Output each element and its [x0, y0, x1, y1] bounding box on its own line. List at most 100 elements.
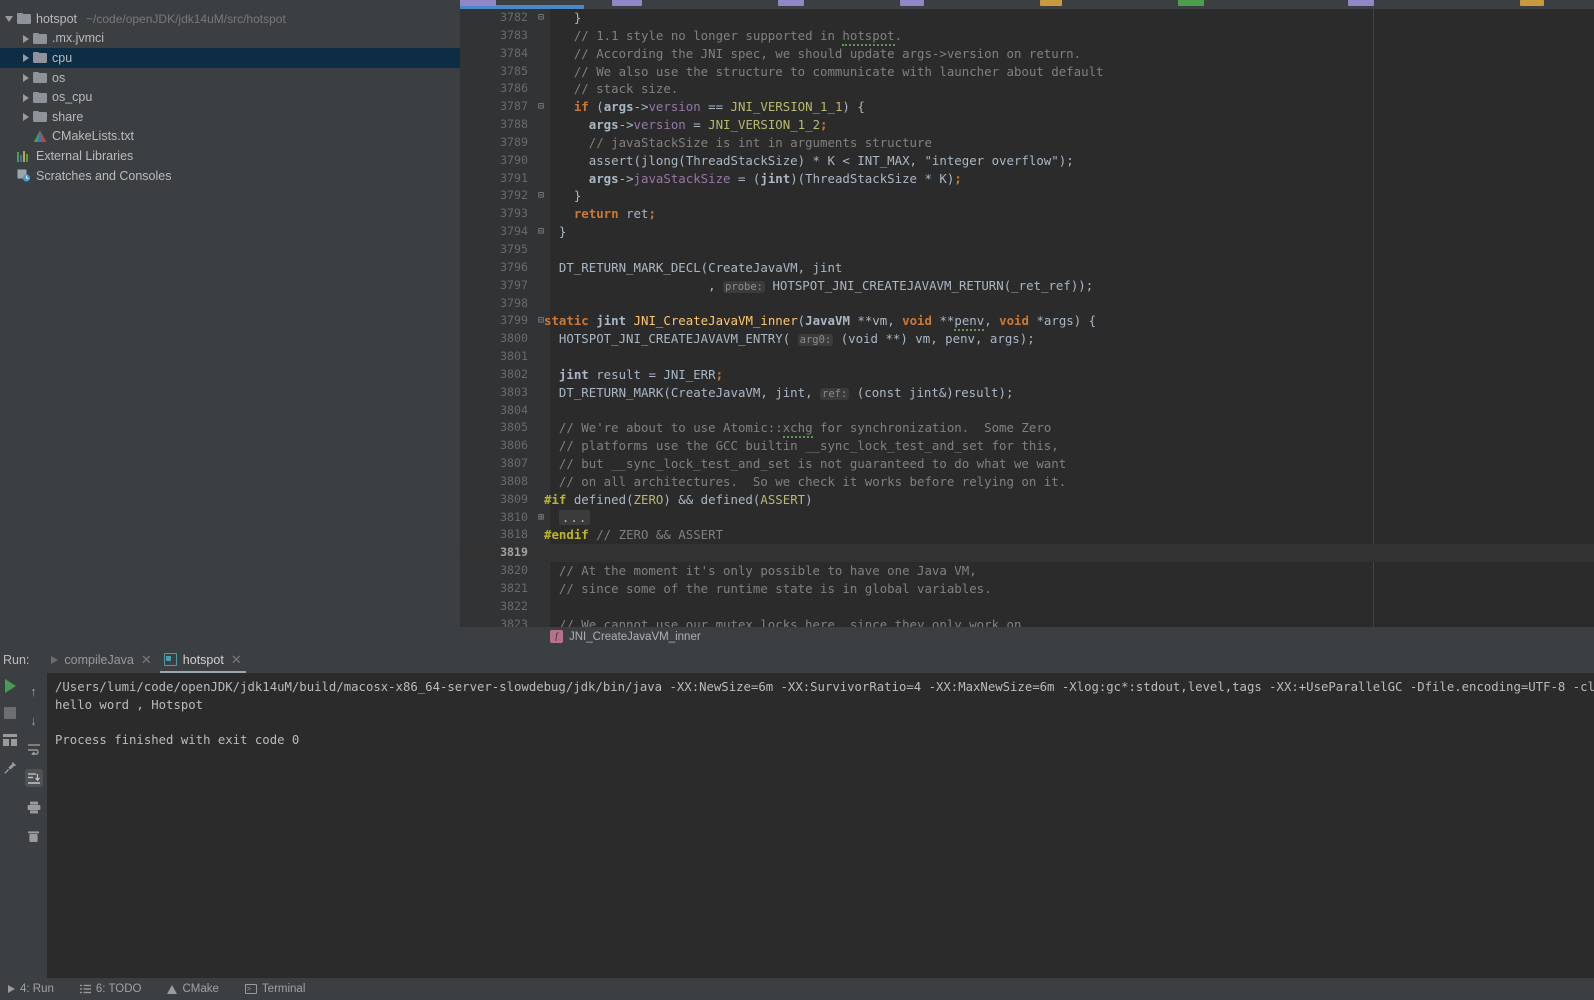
tree-item-cpu[interactable]: cpu: [0, 48, 460, 68]
clear-all-button[interactable]: [25, 827, 43, 845]
pin-tab-button[interactable]: [1, 758, 19, 776]
status-item-run[interactable]: 4: Run: [8, 983, 54, 995]
editor-tab-chip[interactable]: [1520, 0, 1544, 6]
breadcrumb-label[interactable]: JNI_CreateJavaVM_inner: [569, 631, 701, 643]
code-text: // but __sync_lock_test_and_set is not g…: [544, 456, 1067, 472]
code-line[interactable]: 3819: [460, 544, 1594, 563]
scroll-up-button[interactable]: ↑: [25, 682, 43, 700]
run-tool-window[interactable]: Run: compileJava ✕ hotspot ✕ ↑ ↓ /Users/…: [0, 646, 1594, 987]
line-number: 3792: [500, 188, 528, 203]
code-line[interactable]: 3800 HOTSPOT_JNI_CREATEJAVAVM_ENTRY( arg…: [460, 330, 1594, 348]
code-line[interactable]: 3790 assert(jlong(ThreadStackSize) * K <…: [460, 152, 1594, 170]
editor-tab-chip[interactable]: [612, 0, 642, 6]
code-line[interactable]: 3823 // We cannot use our mutex locks he…: [460, 616, 1594, 627]
code-line[interactable]: 3818 #endif // ZERO && ASSERT: [460, 526, 1594, 544]
code-line[interactable]: 3798: [460, 295, 1594, 313]
arrow-down-icon: ↓: [30, 712, 37, 728]
tree-item-os[interactable]: os: [0, 68, 460, 88]
code-line[interactable]: 3801: [460, 348, 1594, 366]
code-line[interactable]: 3806 // platforms use the GCC builtin __…: [460, 437, 1594, 455]
project-tree-panel[interactable]: hotspot ~/code/openJDK/jdk14uM/src/hotspo…: [0, 9, 460, 645]
code-text: // javaStackSize is int in arguments str…: [544, 134, 932, 150]
code-line[interactable]: 3805 // We're about to use Atomic::xchg …: [460, 419, 1594, 439]
run-tab-bar[interactable]: Run: compileJava ✕ hotspot ✕: [0, 646, 1594, 673]
code-line[interactable]: 3799 ⊟ static jint JNI_CreateJavaVM_inner(…: [460, 312, 1594, 332]
code-line[interactable]: 3793 return ret;: [460, 205, 1594, 223]
tree-item-os-cpu[interactable]: os_cpu: [0, 87, 460, 107]
rerun-button[interactable]: [1, 677, 19, 695]
code-line[interactable]: 3795: [460, 241, 1594, 259]
soft-wrap-button[interactable]: [25, 740, 43, 758]
tree-item-share[interactable]: share: [0, 107, 460, 127]
code-line[interactable]: 3782 ⊟ }: [460, 9, 1594, 27]
chevron-right-icon[interactable]: [20, 72, 31, 83]
code-line[interactable]: 3822: [460, 598, 1594, 616]
editor-tab-chip[interactable]: [1040, 0, 1062, 6]
tree-item-mx-jvmci[interactable]: .mx.jvmci: [0, 29, 460, 49]
stop-button[interactable]: [1, 704, 19, 722]
chevron-right-icon[interactable]: [20, 52, 31, 63]
code-line[interactable]: 3789 // javaStackSize is int in argument…: [460, 134, 1594, 152]
code-line[interactable]: 3810 ⊞ ...: [460, 509, 1594, 527]
run-tab-label: hotspot: [182, 652, 224, 667]
run-tab-hotspot[interactable]: hotspot ✕: [158, 646, 248, 673]
layout-settings-button[interactable]: [1, 731, 19, 749]
print-button[interactable]: [25, 798, 43, 816]
code-line[interactable]: 3785 // We also use the structure to com…: [460, 63, 1594, 81]
line-number: 3799: [500, 313, 528, 328]
code-line[interactable]: 3784 // According the JNI spec, we shoul…: [460, 45, 1594, 63]
code-editor[interactable]: 3782 ⊟ } 3783 // 1.1 style no longer suppo…: [460, 9, 1594, 627]
chevron-down-icon[interactable]: [4, 13, 15, 24]
status-item-cmake[interactable]: CMake: [167, 983, 219, 995]
chevron-right-icon[interactable]: [20, 92, 31, 103]
run-config-icon: [163, 653, 177, 666]
code-line[interactable]: 3792 ⊟ }: [460, 187, 1594, 205]
code-line[interactable]: 3787 ⊟ if (args->version == JNI_VERSION_1…: [460, 98, 1594, 116]
code-line[interactable]: 3791 args->javaStackSize = (jint)(Thread…: [460, 170, 1594, 188]
editor-tab-chip[interactable]: [778, 0, 804, 6]
editor-tab-chip[interactable]: [1348, 0, 1374, 6]
editor-tab-strip[interactable]: [460, 0, 1594, 9]
status-item-todo[interactable]: 6: TODO: [79, 983, 141, 995]
run-actions-toolbar[interactable]: [0, 673, 20, 982]
chevron-right-icon[interactable]: [20, 111, 31, 122]
editor-tab-chip[interactable]: [460, 0, 496, 6]
editor-tab-chip[interactable]: [1178, 0, 1204, 6]
run-tab-compilejava[interactable]: compileJava ✕: [45, 646, 157, 673]
code-line[interactable]: 3808 // on all architectures. So we chec…: [460, 473, 1594, 491]
editor-tab-chip[interactable]: [900, 0, 924, 6]
tree-item-label: Scratches and Consoles: [36, 168, 172, 183]
code-text: DT_RETURN_MARK_DECL(CreateJavaVM, jint: [544, 259, 843, 275]
chevron-right-icon[interactable]: [20, 33, 31, 44]
status-item-terminal[interactable]: > Terminal: [244, 983, 305, 995]
code-text: }: [544, 224, 567, 240]
code-line[interactable]: 3802 jint result = JNI_ERR;: [460, 366, 1594, 384]
code-line[interactable]: 3796 DT_RETURN_MARK_DECL(CreateJavaVM, j…: [460, 259, 1594, 277]
close-icon[interactable]: ✕: [231, 653, 242, 666]
tree-item-label: CMakeLists.txt: [52, 129, 134, 144]
line-number: 3784: [500, 45, 528, 60]
editor-breadcrumb[interactable]: f JNI_CreateJavaVM_inner: [460, 627, 1594, 646]
code-line[interactable]: 3794 ⊟ }: [460, 223, 1594, 241]
tree-item-cmakelists-txt[interactable]: CMakeLists.txt: [0, 127, 460, 147]
code-line[interactable]: 3809 #if defined(ZERO) && defined(ASSERT): [460, 491, 1594, 509]
code-line[interactable]: 3804: [460, 402, 1594, 420]
console-actions-toolbar[interactable]: ↑ ↓: [21, 673, 46, 987]
code-line[interactable]: 3797 , probe: HOTSPOT_JNI_CREATEJAVAVM_R…: [460, 277, 1594, 295]
code-line[interactable]: 3783 // 1.1 style no longer supported in…: [460, 27, 1594, 46]
code-line[interactable]: 3786 // stack size.: [460, 80, 1594, 98]
folder-icon: [33, 91, 47, 103]
scroll-to-end-button[interactable]: [24, 769, 43, 787]
code-line[interactable]: 3803 DT_RETURN_MARK(CreateJavaVM, jint, …: [460, 384, 1594, 402]
status-bar[interactable]: 4: Run 6: TODO CMake > Terminal: [0, 978, 1594, 1000]
code-line[interactable]: 3788 args->version = JNI_VERSION_1_2;: [460, 116, 1594, 134]
close-icon[interactable]: ✕: [141, 653, 152, 666]
tree-item-hotspot[interactable]: hotspot ~/code/openJDK/jdk14uM/src/hotspo…: [0, 9, 460, 29]
tree-item-external-libraries[interactable]: External Libraries: [0, 146, 460, 166]
tree-item-scratches-and-consoles[interactable]: Scratches and Consoles: [0, 166, 460, 186]
scroll-down-button[interactable]: ↓: [25, 711, 43, 729]
console-output[interactable]: /Users/lumi/code/openJDK/jdk14uM/build/m…: [47, 673, 1594, 978]
code-line[interactable]: 3821 // since some of the runtime state …: [460, 580, 1594, 598]
code-line[interactable]: 3807 // but __sync_lock_test_and_set is …: [460, 455, 1594, 473]
code-line[interactable]: 3820 // At the moment it's only possible…: [460, 562, 1594, 580]
